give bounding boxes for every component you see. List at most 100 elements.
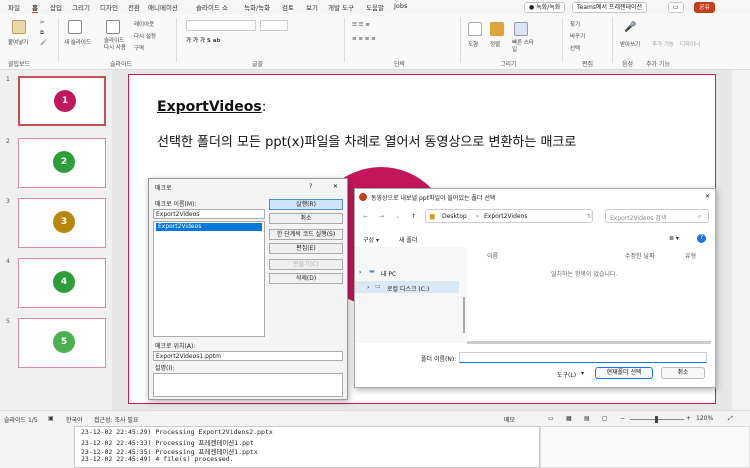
run-button[interactable]: 실행(R) xyxy=(269,199,343,210)
tab-help[interactable]: 도움말 xyxy=(366,2,384,12)
slide-title[interactable]: ExportVideos : xyxy=(157,99,266,115)
bold-icon[interactable]: 가 가 가 S ab xyxy=(186,36,220,44)
tab-design[interactable]: 디자인 xyxy=(100,2,118,12)
zoom-in-icon[interactable]: + xyxy=(686,415,691,422)
arrange-button[interactable]: 정렬 xyxy=(490,40,500,48)
tab-file[interactable]: 파일 xyxy=(8,2,20,12)
tab-view[interactable]: 보기 xyxy=(306,2,318,12)
nav-scrollbar[interactable] xyxy=(463,297,465,333)
quick-styles-icon[interactable] xyxy=(514,22,528,36)
bullet-list-icon[interactable]: ☰ ☰ ≡ xyxy=(352,22,370,28)
cut-icon[interactable]: ✂ xyxy=(40,20,45,26)
microphone-icon[interactable]: 🎤 xyxy=(624,22,636,33)
language-indicator[interactable]: 한국어 xyxy=(66,415,83,424)
present-teams-button[interactable]: Teams에서 프레젠테이션 xyxy=(572,2,648,13)
font-name-select[interactable] xyxy=(186,20,256,31)
tab-animations[interactable]: 애니메이션 xyxy=(148,2,178,12)
tree-item-selected[interactable]: › ▭ 로컬 디스크 (C:) xyxy=(355,281,459,293)
tab-record[interactable]: 녹화/녹화 xyxy=(244,2,270,12)
accessibility-status[interactable]: 접근성: 조사 필요 xyxy=(94,415,138,424)
recent-chevron-icon[interactable]: ⌄ xyxy=(395,213,400,220)
slideshow-icon[interactable]: ▢ xyxy=(602,415,608,422)
slide-thumbnail-2[interactable]: 2 xyxy=(18,138,106,188)
tab-home[interactable]: 홈 xyxy=(32,2,38,13)
reuse-slide-icon[interactable] xyxy=(106,20,120,34)
up-arrow-icon[interactable]: ↑ xyxy=(411,213,416,220)
slide-thumbnail-1[interactable]: 1 xyxy=(18,76,106,126)
tab-draw[interactable]: 그리기 xyxy=(72,2,90,12)
close-icon[interactable]: ✕ xyxy=(333,183,338,190)
macro-list[interactable]: Export2Videos xyxy=(153,221,265,337)
tab-jobs[interactable]: Jobs xyxy=(394,2,407,10)
layout-button[interactable]: 레이아웃 xyxy=(134,20,154,28)
new-slide-icon[interactable] xyxy=(68,20,82,34)
address-bar[interactable]: ▆ Desktop › Export2Videos xyxy=(425,209,593,223)
tab-developer[interactable]: 개발 도구 xyxy=(328,2,354,12)
cancel-button[interactable]: 취소 xyxy=(661,367,705,379)
fit-slide-icon[interactable]: ⤢ xyxy=(728,415,733,423)
tools-dropdown-icon[interactable]: ▾ xyxy=(581,370,584,377)
reading-view-icon[interactable]: ▤ xyxy=(584,415,590,422)
expand-chevron-icon[interactable]: › xyxy=(367,284,369,291)
breadcrumb-folder[interactable]: Export2Videos xyxy=(484,213,527,220)
select-folder-button[interactable]: 현재폴더 선택 xyxy=(595,367,653,379)
view-icon[interactable]: ≣ ▾ xyxy=(669,235,679,242)
paste-icon[interactable] xyxy=(12,20,26,34)
reset-button[interactable]: 다시 설정 xyxy=(134,32,156,40)
edit-button[interactable]: 편집(E) xyxy=(269,243,343,254)
slide-thumbnail-5[interactable]: 5 xyxy=(18,318,106,368)
tab-insert[interactable]: 삽입 xyxy=(50,2,62,12)
align-icon[interactable]: ≡ ≡ ≡ ≡ xyxy=(352,36,376,42)
quick-styles-button[interactable]: 빠른 스타일 xyxy=(512,40,534,54)
new-slide-button[interactable]: 새 슬라이드 xyxy=(64,38,91,46)
spellcheck-icon[interactable]: ▣ xyxy=(48,415,54,422)
slide-subtitle[interactable]: 선택한 폴더의 모든 ppt(x)파일을 차례로 열어서 동영상으로 변환하는 … xyxy=(157,131,576,150)
cancel-button[interactable]: 취소 xyxy=(269,213,343,224)
column-type[interactable]: 유형 xyxy=(685,251,696,260)
shapes-icon[interactable] xyxy=(468,22,482,36)
tab-review[interactable]: 검토 xyxy=(282,2,294,12)
breadcrumb-desktop[interactable]: Desktop xyxy=(442,213,467,220)
share-button[interactable]: 공유 xyxy=(694,2,716,13)
search-input[interactable]: Export2Videos 검색 ⌕ xyxy=(605,209,709,223)
reuse-slide-button[interactable]: 슬라이드 다시 사용 xyxy=(104,38,128,52)
back-arrow-icon[interactable]: ← xyxy=(363,213,368,220)
organize-button[interactable]: 구성 ▾ xyxy=(363,235,379,244)
zoom-slider-thumb[interactable] xyxy=(655,416,658,423)
font-size-select[interactable] xyxy=(260,20,288,31)
format-painter-icon[interactable]: 🖌 xyxy=(40,40,47,46)
addins-button[interactable]: 추가 기능 xyxy=(652,40,674,48)
expand-chevron-icon[interactable]: › xyxy=(359,269,361,276)
create-button[interactable]: 만들기(C) xyxy=(269,259,343,270)
help-icon[interactable]: ? xyxy=(309,183,312,190)
description-field[interactable] xyxy=(153,373,343,397)
section-button[interactable]: 구역 xyxy=(134,44,144,52)
notes-button[interactable]: 메모 xyxy=(504,415,515,424)
folder-name-input[interactable] xyxy=(459,352,707,363)
slide-thumbnail-3[interactable]: 3 xyxy=(18,198,106,248)
column-date[interactable]: 수정한 날짜 xyxy=(625,251,655,260)
select-button[interactable]: 선택 xyxy=(570,44,580,52)
record-button[interactable]: ● 녹화/녹화 xyxy=(524,2,566,13)
zoom-out-icon[interactable]: − xyxy=(620,415,625,422)
tree-item-pc[interactable]: 내 PC xyxy=(381,269,396,278)
macro-location-select[interactable]: Export2Videos1.pptm xyxy=(153,351,343,361)
macro-list-item[interactable]: Export2Videos xyxy=(156,223,262,231)
horizontal-scrollbar[interactable] xyxy=(467,341,711,344)
dictate-button[interactable]: 받아쓰기 xyxy=(620,40,640,48)
new-folder-button[interactable]: 새 폴더 xyxy=(399,235,417,244)
step-into-button[interactable]: 한 단계씩 코드 실행(S) xyxy=(269,229,343,240)
tab-slideshow[interactable]: 슬라이드 쇼 xyxy=(196,2,228,12)
normal-view-icon[interactable]: ▭ xyxy=(548,415,554,422)
slide-sorter-icon[interactable]: ▦ xyxy=(566,415,572,422)
zoom-level[interactable]: 120% xyxy=(696,415,713,422)
arrange-icon[interactable] xyxy=(490,22,504,36)
designer-button[interactable]: 디자이너 xyxy=(680,40,700,48)
macro-name-input[interactable]: Export2Videos xyxy=(153,209,265,219)
delete-button[interactable]: 삭제(D) xyxy=(269,273,343,284)
tree-item-disk[interactable]: 로컬 디스크 (C:) xyxy=(387,284,429,293)
tools-button[interactable]: 도구(L) xyxy=(557,370,576,379)
refresh-icon[interactable]: ↻ xyxy=(587,213,592,220)
column-name[interactable]: 이름 xyxy=(487,251,498,260)
close-icon[interactable]: ✕ xyxy=(705,193,710,200)
